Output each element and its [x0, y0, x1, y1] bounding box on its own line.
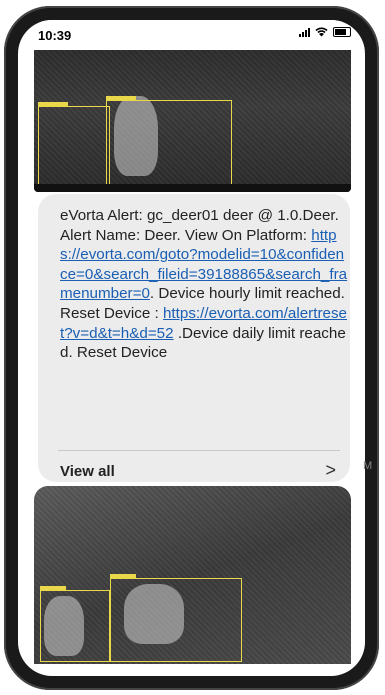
view-all-button[interactable]: View all: [60, 463, 115, 480]
wifi-icon: [315, 27, 328, 37]
status-bar: 10:39: [18, 20, 365, 50]
side-letter: M: [363, 460, 373, 472]
battery-icon: [333, 27, 351, 37]
status-icons: [299, 27, 351, 37]
phone-frame: 10:39 eVorta Alert: gc_deer01 deer @ 1.0…: [4, 6, 379, 690]
message-text: eVorta Alert: gc_deer01 deer @ 1.0.Deer.…: [60, 207, 348, 362]
chevron-right-icon[interactable]: >: [325, 460, 336, 481]
divider: [58, 450, 340, 451]
message-bubble[interactable]: eVorta Alert: gc_deer01 deer @ 1.0.Deer.…: [38, 194, 350, 482]
signal-icon: [299, 27, 310, 37]
screen: 10:39 eVorta Alert: gc_deer01 deer @ 1.0…: [18, 20, 365, 676]
status-time: 10:39: [38, 28, 72, 43]
camera-image-bottom[interactable]: [34, 486, 351, 664]
camera-image-top[interactable]: [34, 50, 351, 192]
